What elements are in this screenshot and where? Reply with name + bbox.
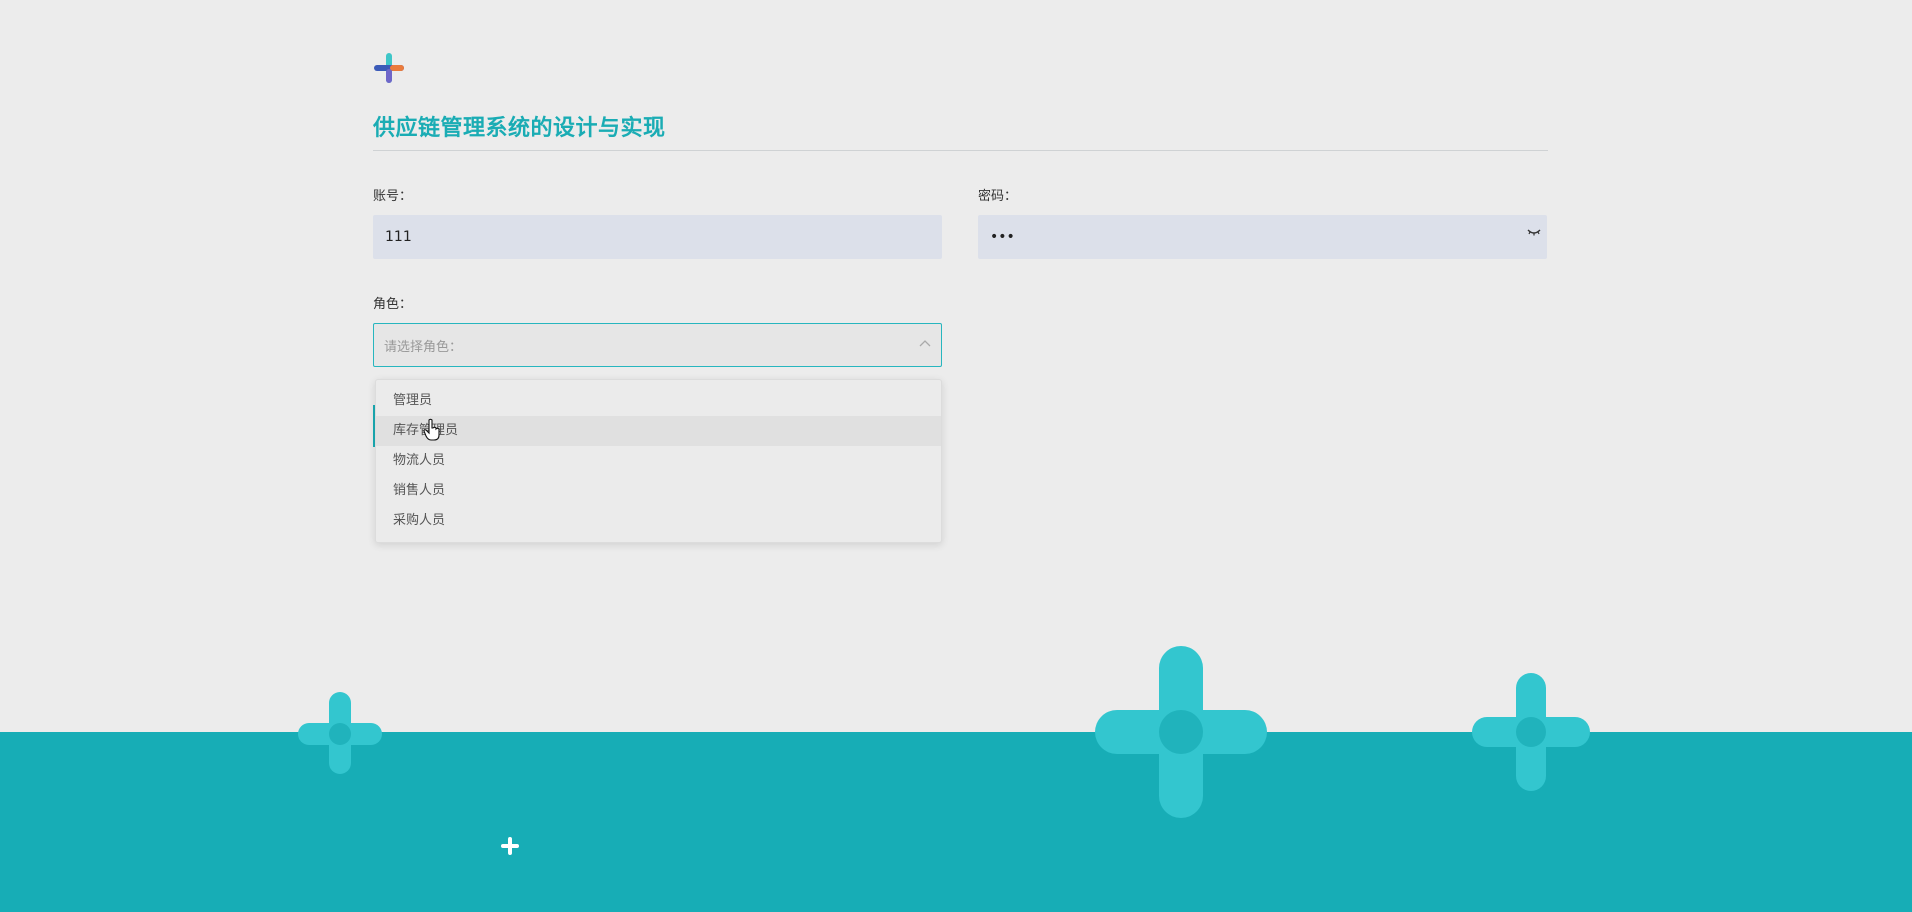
login-page: 供应链管理系统的设计与实现 账号： 111 密码： ••• 角色： 请选择角色：…	[0, 0, 1912, 912]
account-label: 账号：	[373, 189, 413, 204]
password-value: •••	[990, 229, 1015, 245]
password-input[interactable]: •••	[978, 215, 1547, 259]
role-option[interactable]: 销售人员	[376, 476, 941, 506]
role-option[interactable]: 管理员	[376, 386, 941, 416]
hand-cursor-icon	[423, 418, 440, 441]
account-input[interactable]: 111	[373, 215, 942, 259]
plus-decoration-icon	[1472, 673, 1590, 791]
page-title: 供应链管理系统的设计与实现	[373, 116, 666, 141]
role-option[interactable]: 物流人员	[376, 446, 941, 476]
role-label: 角色：	[373, 297, 413, 312]
chevron-up-icon	[919, 340, 931, 347]
password-label: 密码：	[978, 189, 1018, 204]
role-option[interactable]: 库存管理员	[376, 416, 941, 446]
small-plus-icon	[501, 837, 519, 855]
role-dropdown: 管理员 库存管理员 物流人员 销售人员 采购人员	[375, 379, 942, 543]
role-select[interactable]: 请选择角色：	[373, 323, 942, 367]
plus-logo-icon	[374, 53, 404, 83]
plus-decoration-icon	[298, 692, 382, 774]
account-value: 111	[385, 229, 412, 245]
role-placeholder: 请选择角色：	[384, 339, 463, 355]
title-divider	[373, 150, 1548, 151]
role-option[interactable]: 采购人员	[376, 506, 941, 536]
plus-decoration-icon	[1095, 646, 1267, 818]
eye-closed-icon[interactable]	[1527, 227, 1541, 237]
footer-band	[0, 732, 1912, 912]
